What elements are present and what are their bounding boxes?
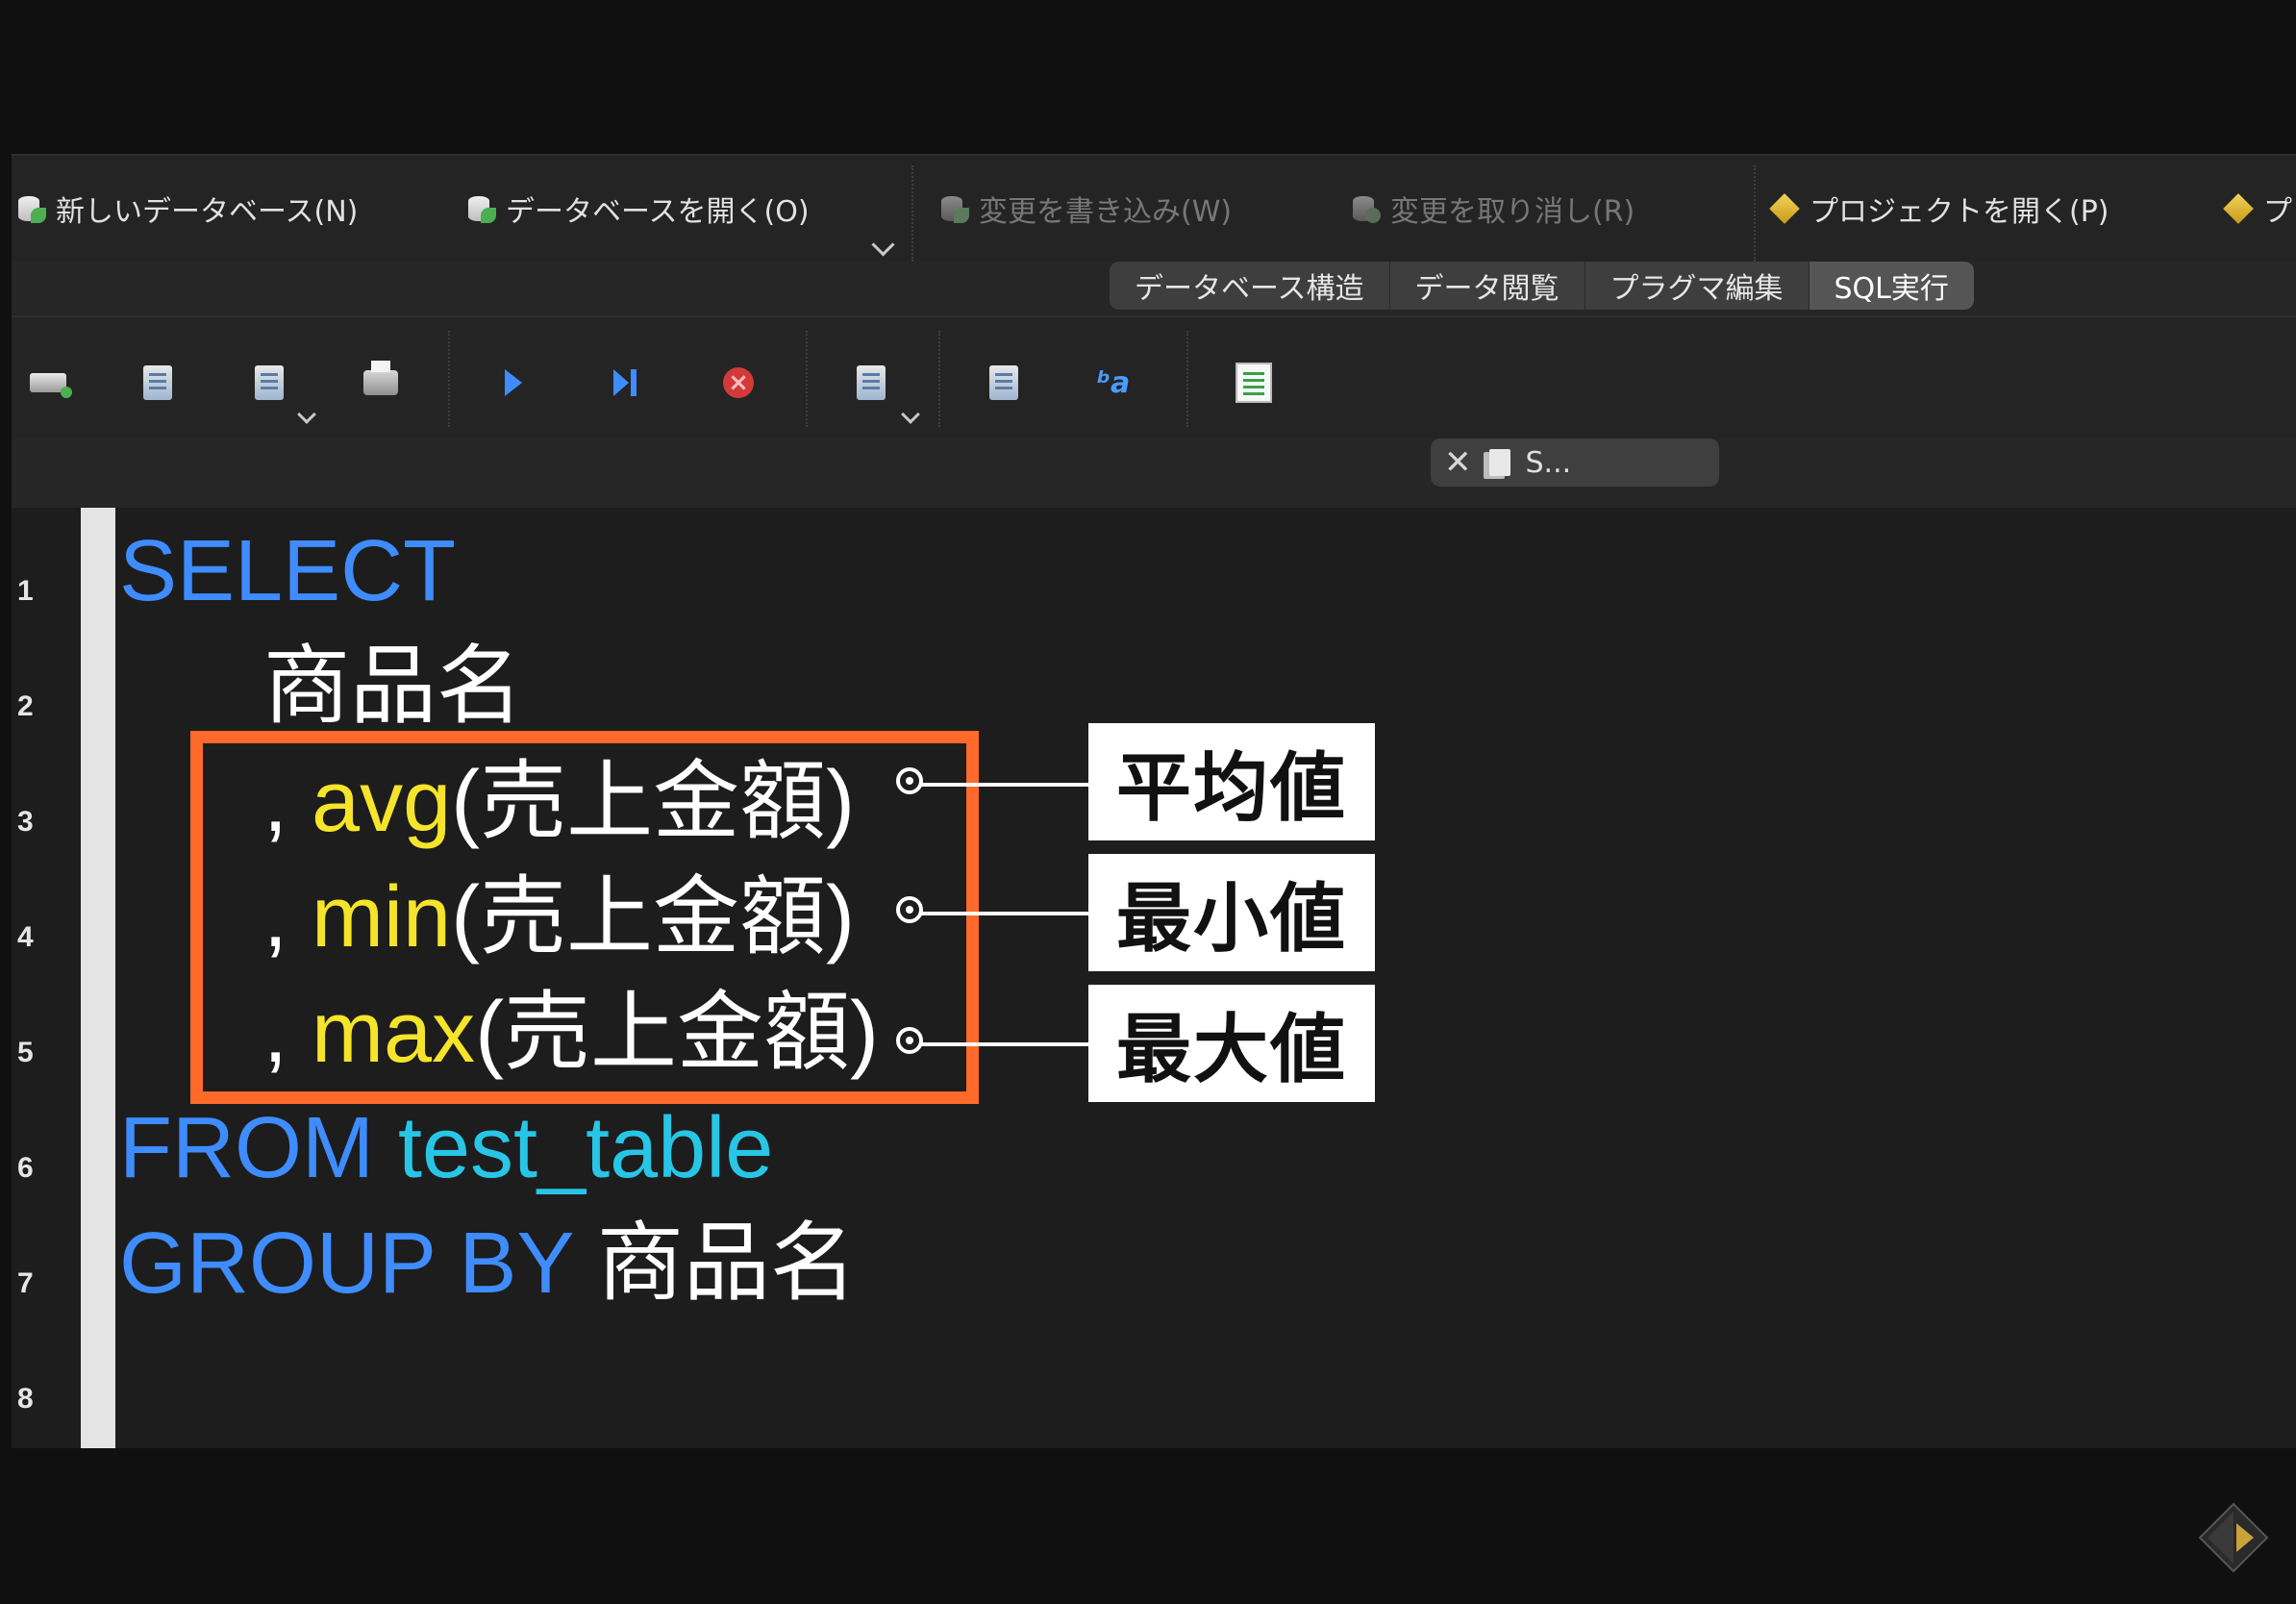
callout-connector-avg <box>896 767 1090 794</box>
save-results-dropdown-icon[interactable] <box>901 405 920 424</box>
find-replace-icon: ᵇa <box>1096 365 1131 400</box>
callout-minimum: 最小値 <box>1088 854 1375 971</box>
save-sql-dropdown-icon[interactable] <box>297 405 316 424</box>
find-icon <box>989 365 1018 400</box>
revert-changes-icon <box>1350 192 1383 225</box>
new-database-icon <box>15 192 48 225</box>
open-project-button[interactable]: プロジェクトを開く(P) <box>1769 185 2109 233</box>
open-tab-button[interactable] <box>27 362 72 404</box>
toolbar-separator <box>806 331 808 427</box>
sql-document-icon <box>1488 449 1510 476</box>
comment-button[interactable] <box>1233 362 1275 404</box>
open-sql-file-icon <box>143 365 172 400</box>
execute-current-line-icon <box>613 369 636 396</box>
connector-dot <box>896 896 923 923</box>
open-project-icon <box>1769 192 1802 225</box>
open-database-label: データベースを開く(O) <box>506 195 810 229</box>
callout-connector-min <box>896 896 1090 923</box>
column-name: 商品名 <box>263 639 523 735</box>
stop-execution-button[interactable]: × <box>717 362 760 404</box>
code-line-2: 商品名 <box>263 639 523 735</box>
app-window: 新しいデータベース(N) データベースを開く(O) 変更を書き込み(W) 変更を… <box>0 0 2296 1604</box>
save-sql-file-button[interactable] <box>248 362 290 404</box>
tab-browse-data[interactable]: データ閲覧 <box>1390 262 1585 310</box>
callout-maximum: 最大値 <box>1088 985 1375 1102</box>
save-project-label: プ <box>2263 195 2292 229</box>
code-line-7: GROUP BY 商品名 <box>119 1216 857 1312</box>
stop-execution-icon: × <box>723 367 754 398</box>
toolbar-separator <box>1754 165 1756 262</box>
print-button[interactable] <box>360 361 402 404</box>
line-number: 4 <box>17 921 34 953</box>
write-changes-icon <box>938 192 971 225</box>
keyword-group-by: GROUP BY <box>119 1216 573 1312</box>
editor-margin <box>81 508 115 1448</box>
tab-database-structure[interactable]: データベース構造 <box>1110 262 1390 310</box>
line-number: 3 <box>17 806 34 838</box>
save-results-icon <box>857 365 886 400</box>
toolbar-separator <box>911 165 913 262</box>
main-tab-strip: データベース構造 データ閲覧 プラグマ編集 SQL実行 <box>12 262 2296 315</box>
open-database-dropdown-icon[interactable] <box>871 233 895 257</box>
line-number-gutter: 1 2 3 4 5 6 7 8 <box>12 508 81 1448</box>
keyword-from: FROM <box>119 1100 374 1196</box>
toolbar-separator <box>1186 331 1188 427</box>
execute-all-icon <box>505 369 522 396</box>
revert-changes-label: 変更を取り消し(R) <box>1390 195 1635 229</box>
open-tab-icon <box>30 373 72 398</box>
code-line-1: SELECT <box>119 523 456 619</box>
revert-changes-button[interactable]: 変更を取り消し(R) <box>1350 185 1635 233</box>
open-sql-file-button[interactable] <box>137 362 179 404</box>
write-changes-button[interactable]: 変更を書き込み(W) <box>938 185 1232 233</box>
open-database-icon <box>465 192 498 225</box>
sql-toolbar: × ᵇa <box>12 315 2296 440</box>
code-line-6: FROM test_table <box>119 1100 773 1196</box>
find-replace-button[interactable]: ᵇa <box>1092 362 1135 404</box>
column-name: 商品名 <box>596 1216 857 1312</box>
toolbar-separator <box>938 331 940 427</box>
connector-dot <box>896 767 923 794</box>
new-database-label: 新しいデータベース(N) <box>56 195 359 229</box>
line-number: 6 <box>17 1152 34 1184</box>
toolbar-separator <box>448 331 450 427</box>
write-changes-label: 変更を書き込み(W) <box>979 195 1233 229</box>
save-project-button[interactable]: プ <box>2223 185 2292 233</box>
query-tab-label: S... <box>1525 445 1572 480</box>
save-sql-file-icon <box>255 365 284 400</box>
connector-dot <box>896 1027 923 1054</box>
callout-connector-max <box>896 1027 1090 1054</box>
brand-logo-icon <box>2198 1502 2269 1573</box>
line-number: 1 <box>17 575 34 607</box>
query-tab-strip: ✕ S... <box>12 439 2296 508</box>
main-toolbar: 新しいデータベース(N) データベースを開く(O) 変更を書き込み(W) 変更を… <box>12 154 2296 263</box>
tab-edit-pragmas[interactable]: プラグマ編集 <box>1585 262 1809 310</box>
comment-icon <box>1235 363 1272 403</box>
print-icon <box>363 361 398 395</box>
line-number: 7 <box>17 1267 34 1299</box>
new-database-button[interactable]: 新しいデータベース(N) <box>15 185 358 233</box>
table-name: test_table <box>397 1100 774 1196</box>
line-number: 5 <box>17 1037 34 1068</box>
execute-all-button[interactable] <box>492 362 535 404</box>
find-button[interactable] <box>983 362 1025 404</box>
main-tabs: データベース構造 データ閲覧 プラグマ編集 SQL実行 <box>1110 262 1974 310</box>
close-icon[interactable]: ✕ <box>1444 443 1472 482</box>
query-tab[interactable]: ✕ S... <box>1431 439 1719 487</box>
open-database-button[interactable]: データベースを開く(O) <box>465 185 810 233</box>
highlight-box <box>190 731 979 1104</box>
callout-average: 平均値 <box>1088 723 1375 840</box>
tab-execute-sql[interactable]: SQL実行 <box>1809 262 1974 310</box>
line-number: 8 <box>17 1383 34 1415</box>
keyword-select: SELECT <box>119 523 457 619</box>
line-number: 2 <box>17 690 34 722</box>
execute-current-line-button[interactable] <box>604 362 646 404</box>
save-results-button[interactable] <box>850 362 892 404</box>
open-project-label: プロジェクトを開く(P) <box>1809 195 2109 229</box>
save-project-icon <box>2223 192 2256 225</box>
